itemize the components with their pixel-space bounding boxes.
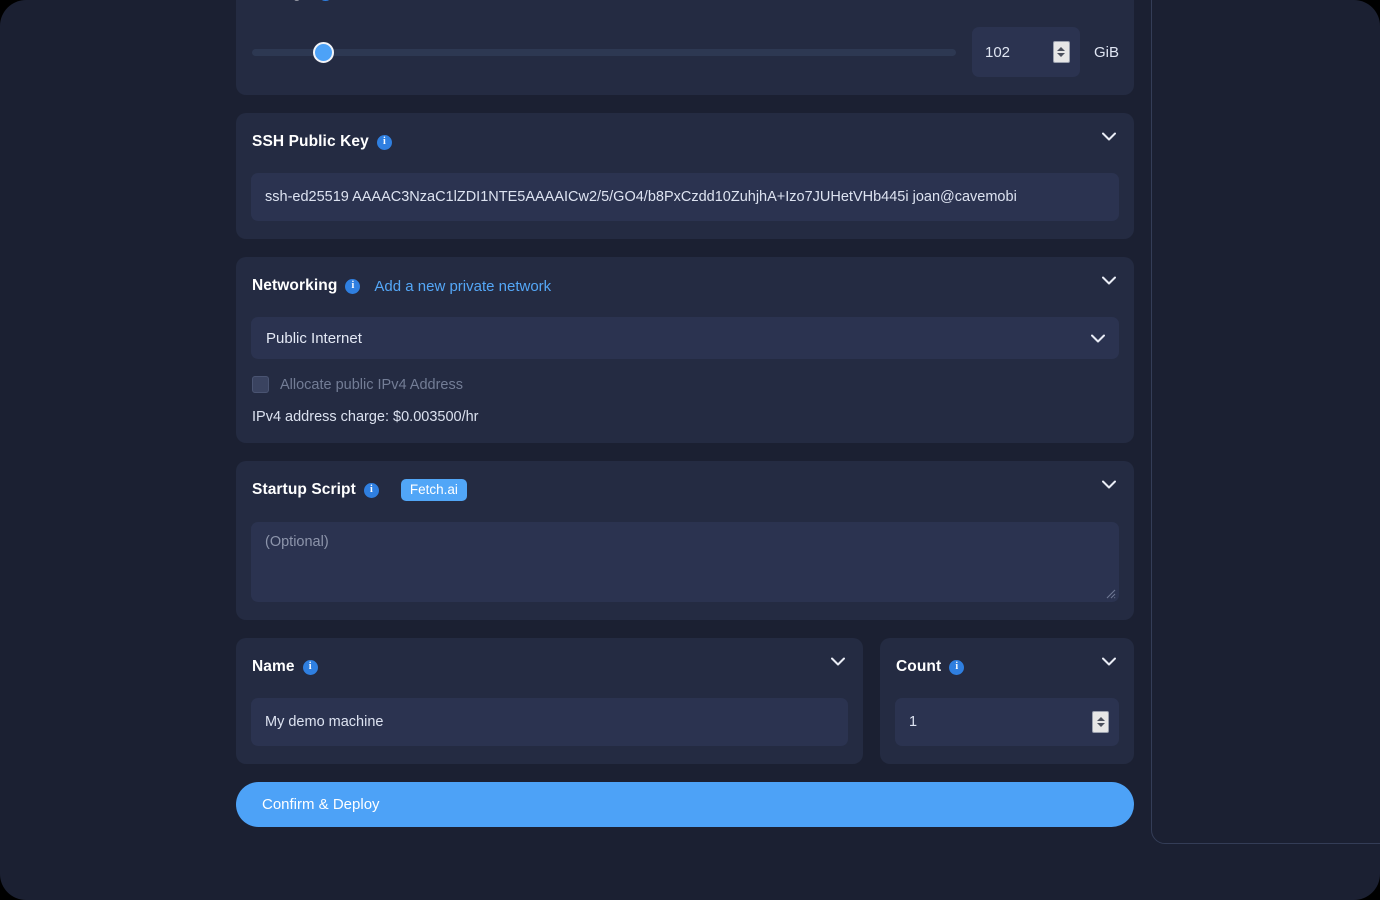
network-select[interactable]: Public Internet (251, 317, 1119, 359)
count-input[interactable]: 1 (895, 698, 1119, 746)
storage-title: Storage (252, 0, 310, 2)
storage-header: Storage i (251, 0, 1119, 6)
allocate-ipv4-checkbox[interactable] (252, 376, 269, 393)
storage-slider[interactable] (252, 37, 956, 67)
allocate-ipv4-row[interactable]: Allocate public IPv4 Address (252, 376, 1119, 393)
count-title: Count (896, 658, 942, 675)
deploy-form: Storage i 102 GiB (236, 0, 1134, 827)
info-icon[interactable]: i (302, 659, 318, 675)
spinner-stepper-icon[interactable] (1052, 41, 1070, 63)
storage-value-input[interactable]: 102 (971, 27, 1080, 77)
chevron-down-icon[interactable] (831, 657, 845, 666)
storage-controls: 102 GiB (251, 27, 1119, 77)
chevron-down-icon[interactable] (1102, 480, 1116, 489)
startup-script-section: Startup Script i Fetch.ai (Optional) (236, 461, 1134, 620)
slider-thumb[interactable] (313, 42, 334, 63)
fetch-ai-badge[interactable]: Fetch.ai (400, 478, 467, 502)
name-header: Name i (251, 654, 848, 680)
slider-track[interactable] (252, 49, 956, 56)
name-title: Name (252, 658, 295, 675)
name-section: Name i My demo machine (236, 638, 863, 764)
chevron-down-icon[interactable] (1102, 276, 1116, 285)
info-icon[interactable]: i (363, 482, 379, 498)
count-value: 1 (909, 714, 918, 730)
side-panel (1151, 0, 1380, 844)
startup-script-title: Startup Script (252, 481, 356, 498)
networking-title: Networking (252, 277, 338, 294)
startup-script-placeholder: (Optional) (265, 534, 329, 550)
info-icon[interactable]: i (376, 134, 392, 150)
networking-section: Networking i Add a new private network P… (236, 257, 1134, 443)
ipv4-charge-note: IPv4 address charge: $0.003500/hr (252, 409, 479, 425)
chevron-down-icon[interactable] (1102, 132, 1116, 141)
chevron-down-icon[interactable] (1091, 334, 1105, 343)
resize-grip-icon[interactable] (1103, 586, 1116, 599)
allocate-ipv4-label: Allocate public IPv4 Address (280, 376, 463, 393)
spinner-stepper-icon[interactable] (1092, 711, 1109, 733)
storage-unit-label: GiB (1093, 43, 1119, 61)
count-section: Count i 1 (880, 638, 1134, 764)
info-icon[interactable]: i (345, 278, 361, 294)
name-count-row: Name i My demo machine Count i 1 (236, 638, 1134, 764)
ssh-key-header: SSH Public Key i (251, 129, 1119, 155)
chevron-down-icon[interactable] (1102, 657, 1116, 666)
storage-value: 102 (984, 43, 1011, 61)
network-select-value: Public Internet (266, 329, 362, 347)
ssh-key-input[interactable]: ssh-ed25519 AAAAC3NzaC1lZDI1NTE5AAAAICw2… (251, 173, 1119, 221)
ssh-key-title: SSH Public Key (252, 133, 369, 150)
add-private-network-link[interactable]: Add a new private network (374, 278, 551, 295)
deploy-machine-page: Storage i 102 GiB (0, 0, 1380, 900)
machine-name-input[interactable]: My demo machine (251, 698, 848, 746)
storage-section: Storage i 102 GiB (236, 0, 1134, 95)
count-header: Count i (895, 654, 1119, 680)
startup-script-textarea[interactable]: (Optional) (251, 522, 1119, 602)
ssh-key-section: SSH Public Key i ssh-ed25519 AAAAC3NzaC1… (236, 113, 1134, 239)
confirm-deploy-button[interactable]: Confirm & Deploy (236, 782, 1134, 827)
info-icon[interactable]: i (318, 0, 334, 1)
info-icon[interactable]: i (949, 659, 965, 675)
startup-script-header: Startup Script i Fetch.ai (251, 477, 1119, 503)
networking-header: Networking i Add a new private network (251, 273, 1119, 299)
